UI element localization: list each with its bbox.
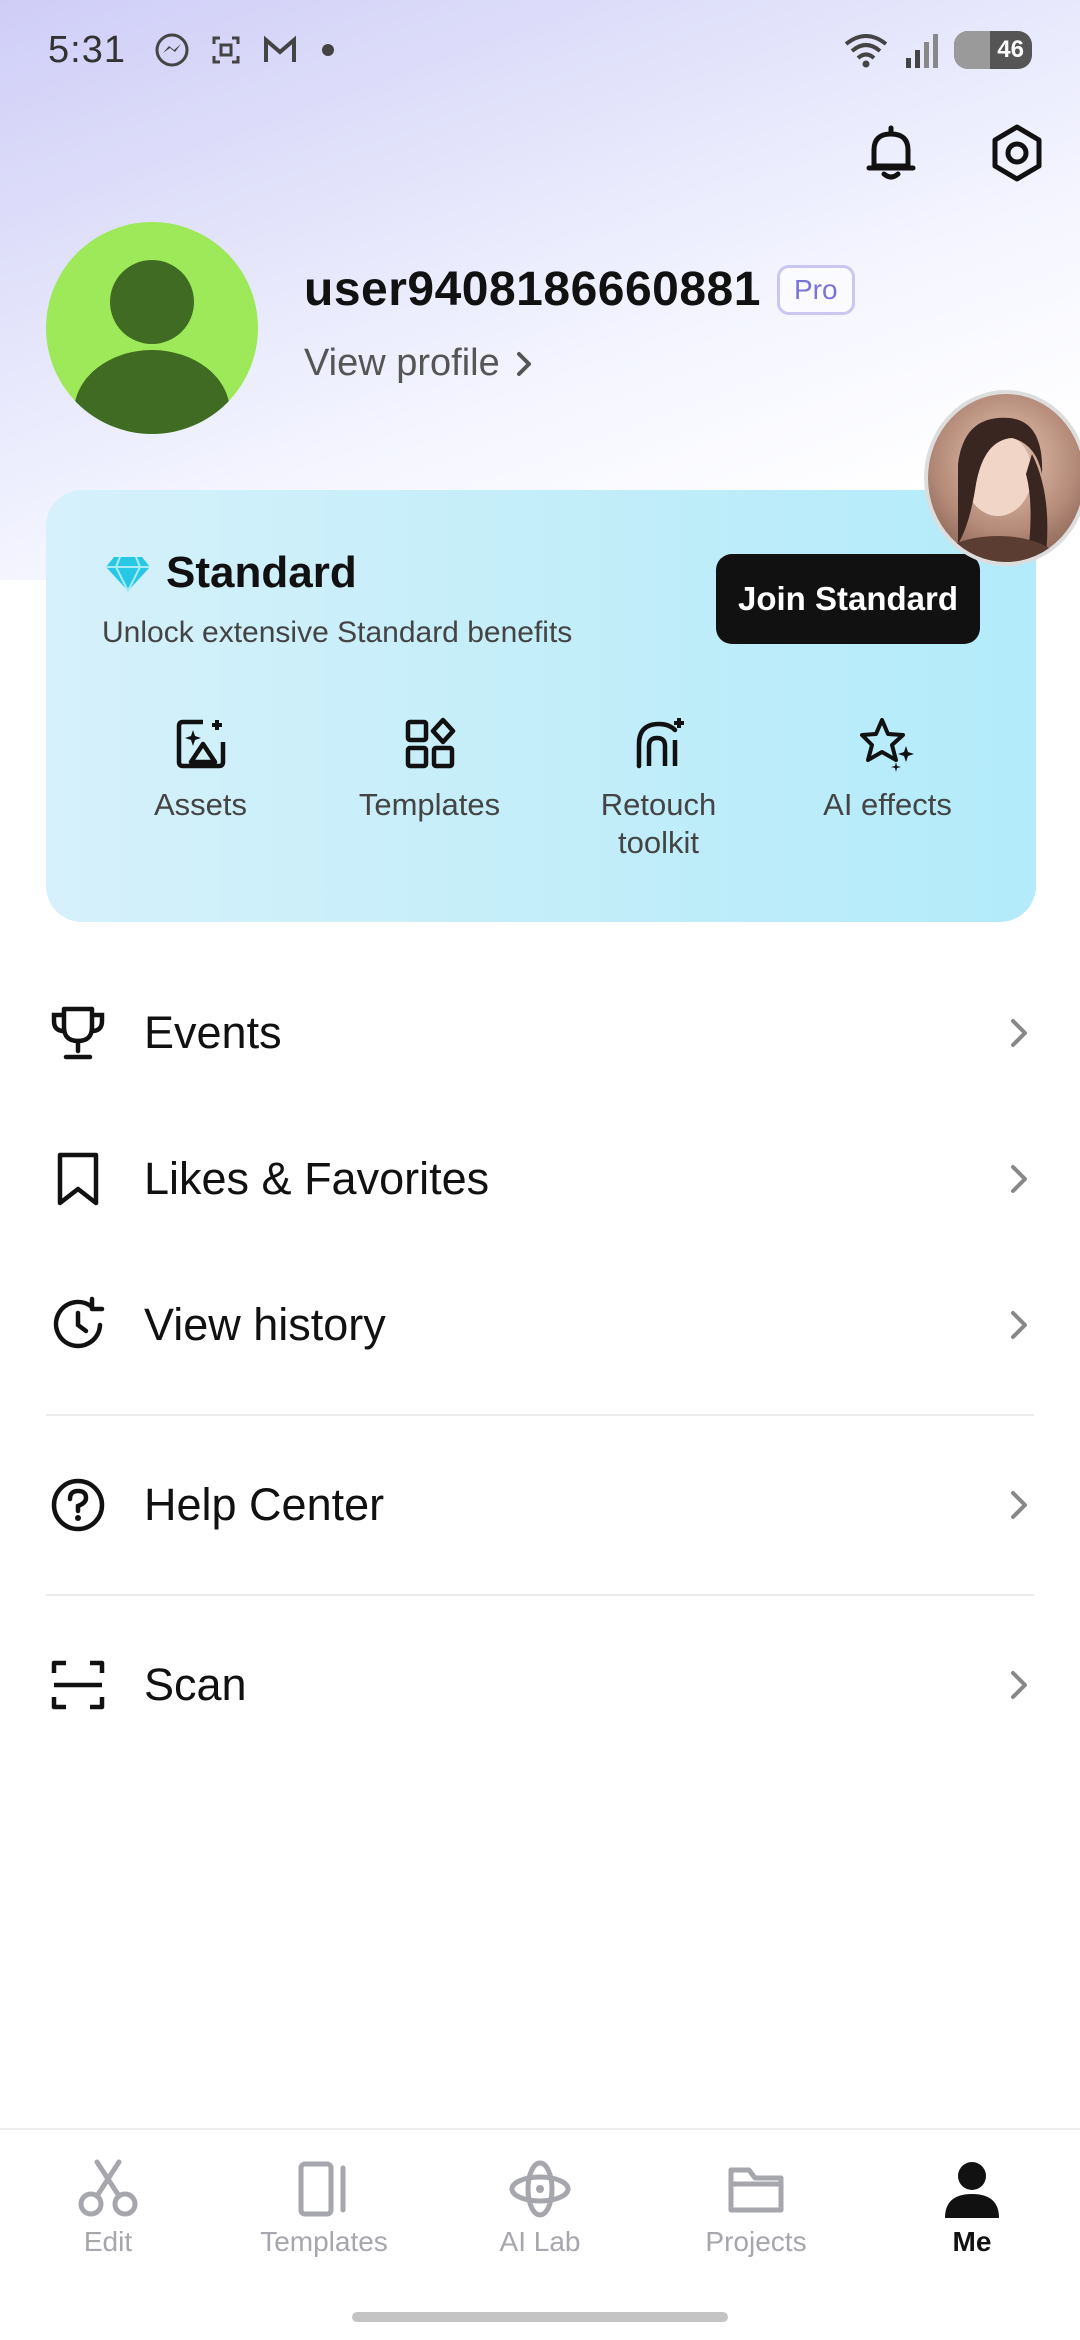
benefit-label: Assets xyxy=(153,787,248,822)
menu-item-label: Help Center xyxy=(144,1479,385,1530)
chevron-right-icon xyxy=(1011,1019,1027,1047)
standard-title-text: Standard xyxy=(166,548,357,597)
history-icon xyxy=(48,1295,108,1355)
nav-label: Edit xyxy=(83,2226,133,2257)
nav-templates[interactable]: Templates xyxy=(216,2130,432,2288)
menu-item-label: View history xyxy=(144,1299,386,1350)
menu-item-scan[interactable]: Scan xyxy=(0,1612,1080,1758)
wifi-icon xyxy=(844,34,888,68)
menu-item-help-center[interactable]: Help Center xyxy=(0,1432,1080,1578)
nav-edit[interactable]: Edit xyxy=(0,2130,216,2288)
view-profile-link[interactable]: View profile xyxy=(304,342,534,385)
scan-icon xyxy=(48,1655,108,1715)
bottom-nav: Edit Templates AI Lab Projects Me xyxy=(0,2128,1080,2288)
gmail-icon xyxy=(263,35,296,62)
stars-icon xyxy=(859,718,914,772)
nav-label: AI Lab xyxy=(499,2226,581,2257)
signal-icon xyxy=(906,34,938,68)
settings-icon[interactable] xyxy=(984,120,1050,186)
chevron-right-icon xyxy=(1011,1671,1027,1699)
chevron-right-icon xyxy=(1011,1491,1027,1519)
grid-icon xyxy=(405,717,455,769)
avatar[interactable] xyxy=(46,222,258,434)
status-bar: 5:31 46 xyxy=(0,0,1080,100)
profile-name-row: user9408186660881 Pro xyxy=(304,262,855,317)
divider xyxy=(46,1594,1034,1596)
view-profile-label: View profile xyxy=(304,342,500,384)
menu-item-label: Scan xyxy=(144,1659,247,1710)
username: user9408186660881 xyxy=(304,263,761,316)
benefits-row: Assets Templates Retouch toolkit AI effe… xyxy=(46,716,1036,862)
screenshot-icon xyxy=(212,36,240,64)
folder-icon xyxy=(728,2167,784,2213)
messenger-icon xyxy=(155,33,189,67)
benefit-label: AI effects xyxy=(823,787,952,822)
nav-label: Me xyxy=(952,2226,992,2257)
floating-video-bubble[interactable] xyxy=(924,390,1080,566)
nav-label: Templates xyxy=(260,2226,388,2257)
header-actions xyxy=(858,120,1050,186)
template-icon xyxy=(298,2161,346,2217)
benefit-label: Retouch toolkit xyxy=(600,787,717,860)
chevron-right-icon xyxy=(1011,1311,1027,1339)
menu-item-label: Events xyxy=(144,1007,282,1058)
benefit-assets[interactable]: Assets xyxy=(86,716,315,862)
nav-projects[interactable]: Projects xyxy=(648,2130,864,2288)
menu-item-view-history[interactable]: View history xyxy=(0,1252,1080,1398)
status-time: 5:31 xyxy=(48,28,126,71)
pro-badge: Pro xyxy=(776,264,855,315)
standard-title: Standard xyxy=(104,548,357,598)
menu-item-events[interactable]: Events xyxy=(0,960,1080,1106)
ai-lab-icon xyxy=(509,2160,571,2218)
home-indicator[interactable] xyxy=(352,2312,728,2322)
trophy-icon xyxy=(48,1003,108,1063)
benefit-templates[interactable]: Templates xyxy=(315,716,544,862)
notification-dot xyxy=(321,44,334,56)
bookmark-icon xyxy=(48,1149,108,1209)
chevron-right-icon xyxy=(516,351,531,376)
menu-item-likes-favorites[interactable]: Likes & Favorites xyxy=(0,1106,1080,1252)
standard-subtitle: Unlock extensive Standard benefits xyxy=(102,616,573,649)
standard-card: Standard Unlock extensive Standard benef… xyxy=(46,490,1036,922)
divider xyxy=(46,1414,1034,1416)
help-icon xyxy=(48,1475,108,1535)
person-icon xyxy=(945,2162,999,2218)
battery-level: 46 xyxy=(997,36,1024,63)
benefit-ai-effects[interactable]: AI effects xyxy=(773,716,1002,862)
nav-me[interactable]: Me xyxy=(864,2130,1080,2288)
image-sparkle-icon xyxy=(176,719,225,769)
menu-item-label: Likes & Favorites xyxy=(144,1153,490,1204)
benefit-label: Templates xyxy=(358,787,501,822)
scissors-icon xyxy=(78,2159,138,2217)
diamond-icon xyxy=(106,556,150,593)
bell-icon[interactable] xyxy=(858,120,924,186)
benefit-retouch-toolkit[interactable]: Retouch toolkit xyxy=(544,716,773,862)
nav-label: Projects xyxy=(705,2226,807,2257)
nav-ai-lab[interactable]: AI Lab xyxy=(432,2130,648,2288)
menu-list: Events Likes & Favorites View history He… xyxy=(0,960,1080,1758)
join-standard-button[interactable]: Join Standard xyxy=(716,554,980,644)
retouch-icon xyxy=(636,718,684,769)
chevron-right-icon xyxy=(1011,1165,1027,1193)
battery-icon: 46 xyxy=(954,31,1032,69)
